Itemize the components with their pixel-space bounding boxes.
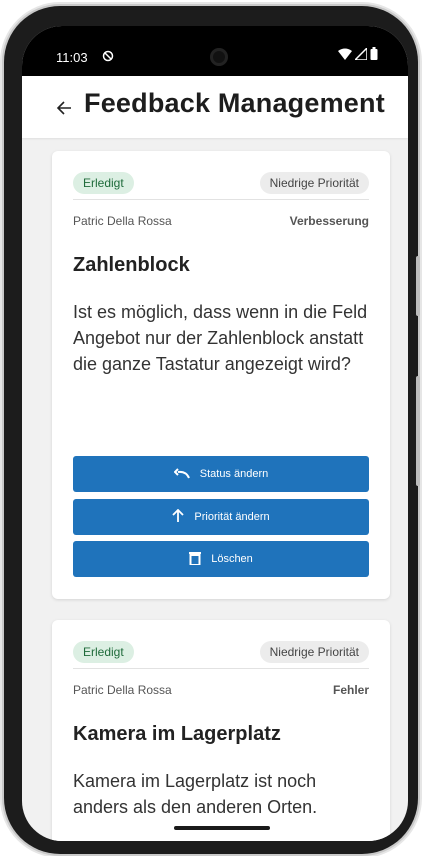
priority-badge: Niedrige Priorität (259, 172, 369, 194)
feedback-title: Zahlenblock (73, 254, 190, 276)
device-frame: 11:03 Feedback Management Erledigt Niedr… (4, 6, 420, 854)
feedback-type: Verbesserung (289, 214, 369, 228)
status-time: 11:03 (56, 50, 88, 65)
volume-button (416, 256, 420, 316)
status-icons (338, 45, 378, 63)
status-badge: Erledigt (73, 641, 134, 663)
feedback-text: Kamera im Lagerplatz ist noch anders als… (73, 771, 318, 817)
divider (73, 199, 369, 200)
change-priority-label: Priorität ändern (194, 511, 270, 523)
battery-icon (370, 47, 378, 63)
feedback-list[interactable]: Erledigt Niedrige Priorität Patric Della… (22, 138, 408, 841)
author-name: Patric Della Rossa (73, 214, 172, 228)
dnd-icon (102, 50, 114, 65)
feedback-card: Erledigt Niedrige Priorität Patric Della… (52, 620, 390, 841)
arrow-up-icon (172, 508, 185, 526)
signal-icon (353, 45, 368, 63)
change-status-button[interactable]: Status ändern (73, 456, 369, 492)
change-status-label: Status ändern (199, 468, 269, 480)
feedback-text: Ist es möglich, dass wenn in die Feld An… (73, 302, 368, 374)
camera-cutout (210, 48, 228, 66)
delete-label: Löschen (211, 553, 253, 565)
feedback-type: Fehler (332, 683, 369, 697)
trash-icon (189, 551, 202, 568)
feedback-card: Erledigt Niedrige Priorität Patric Della… (52, 151, 390, 599)
status-badge: Erledigt (73, 172, 134, 194)
change-priority-button[interactable]: Priorität ändern (73, 499, 369, 535)
delete-button[interactable]: Löschen (73, 541, 369, 577)
undo-icon (173, 467, 190, 482)
status-bar: 11:03 (22, 26, 408, 76)
priority-badge: Niedrige Priorität (259, 641, 369, 663)
feedback-title: Kamera im Lagerplatz (73, 723, 281, 745)
home-indicator[interactable] (174, 826, 270, 830)
page-title: Feedback Management (84, 88, 385, 118)
screen: 11:03 Feedback Management Erledigt Niedr… (22, 26, 408, 841)
back-arrow-icon[interactable] (56, 92, 80, 116)
wifi-icon (338, 48, 352, 63)
power-button (416, 376, 420, 486)
divider (73, 668, 369, 669)
author-name: Patric Della Rossa (73, 683, 172, 697)
app-bar: Feedback Management (22, 76, 408, 138)
